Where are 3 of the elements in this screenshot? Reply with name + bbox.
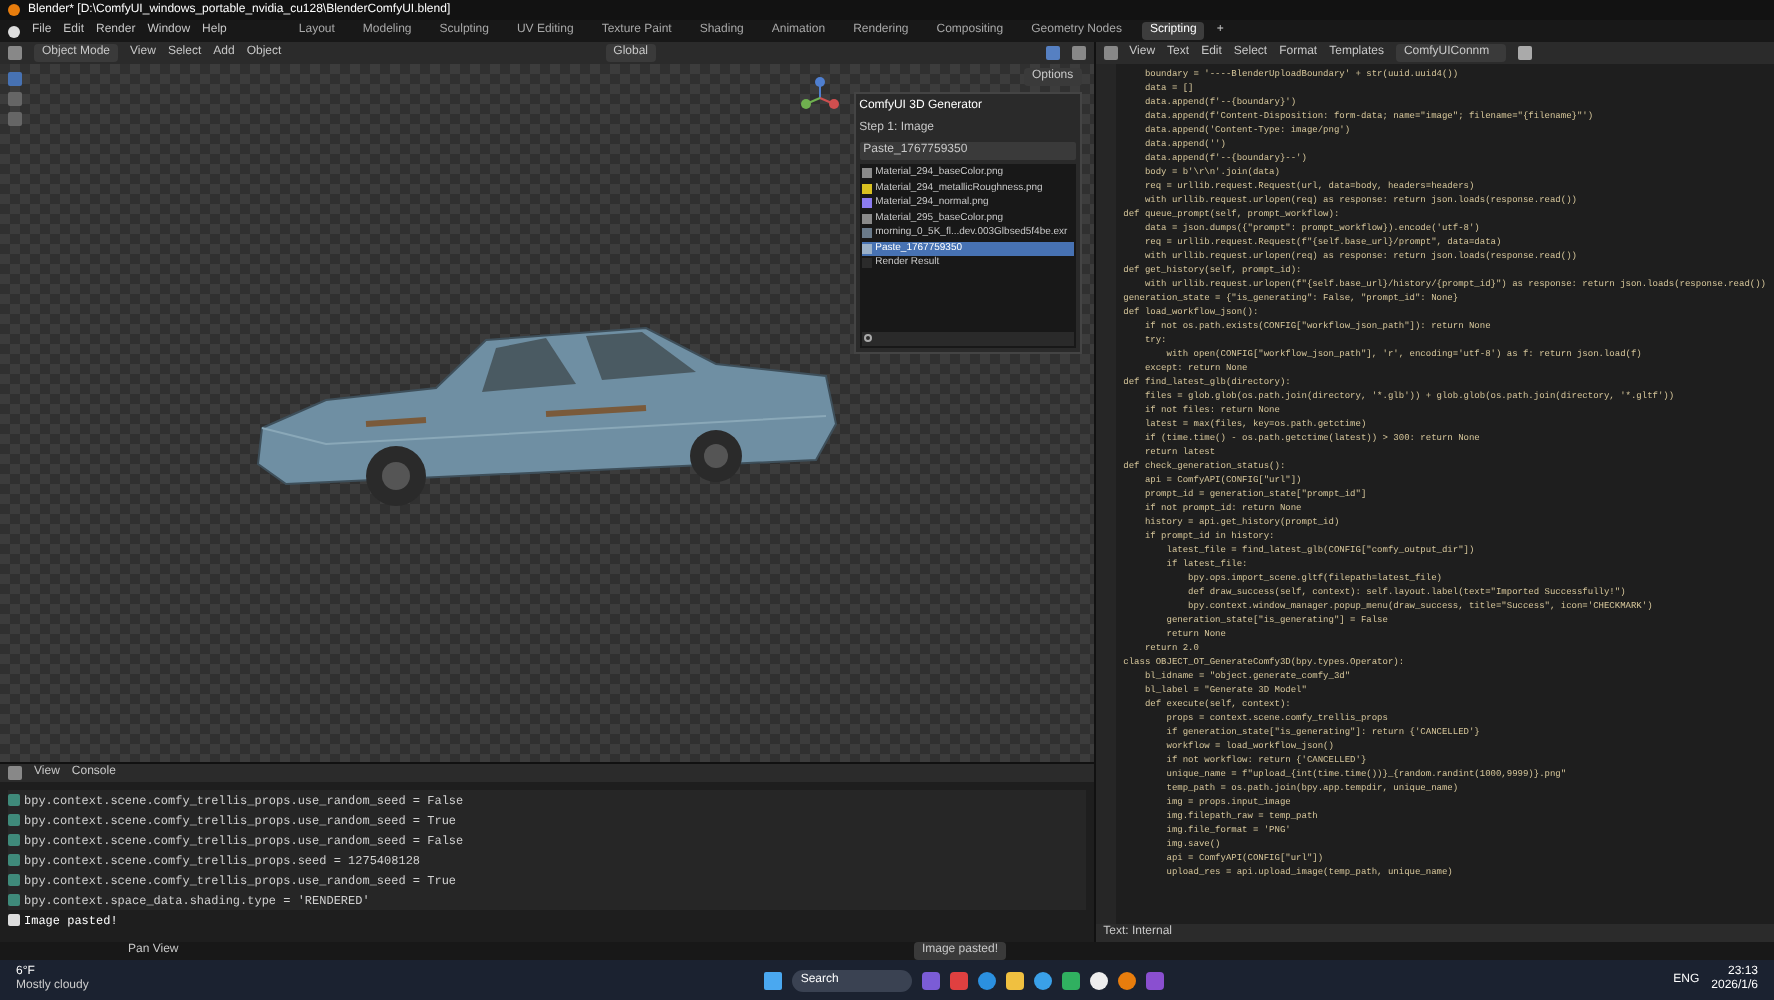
start-menu-icon[interactable] [764, 971, 783, 989]
search-field[interactable] [861, 331, 1074, 345]
search-icon [863, 334, 872, 342]
